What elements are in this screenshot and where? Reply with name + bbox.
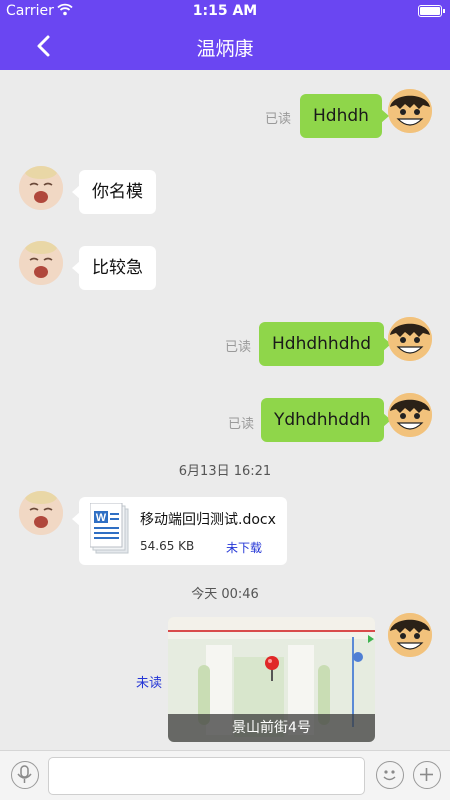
my-avatar[interactable] [388,317,432,361]
read-receipt: 已读 [225,340,252,355]
file-size: 54.65 KB [140,539,195,553]
message-bubble[interactable]: 比较急 [72,246,156,290]
luffy-face-icon [388,317,432,361]
crying-baby-icon [19,491,63,535]
my-avatar[interactable] [388,613,432,657]
microphone-icon [17,765,32,783]
download-status[interactable]: 未下载 [226,539,262,556]
luffy-face-icon [388,89,432,133]
luffy-face-icon [388,613,432,657]
input-bar [0,750,450,800]
crying-baby-icon [19,241,63,285]
luffy-face-icon [388,393,432,437]
chat-title: 温炳康 [196,38,254,60]
emoji-button[interactable] [376,761,404,789]
plus-icon [420,768,433,781]
file-name: 移动端回归测试.docx [140,512,276,528]
timestamp-divider: 6月13日 16:21 [178,464,272,479]
location-message-card[interactable]: 景山前街4号 [168,617,375,742]
location-address: 景山前街4号 [168,714,375,742]
contact-avatar[interactable] [19,491,63,535]
message-bubble[interactable]: Hdhdh [300,94,389,138]
message-bubble[interactable]: 你名模 [72,170,156,214]
word-document-icon: W [90,503,129,554]
file-message-card[interactable]: W 移动端回归测试.docx 54.65 KB 未下载 [72,497,287,565]
message-bubble[interactable]: Ydhdhhddh [261,398,391,442]
status-bar: Carrier 1:15 AM [0,0,450,22]
message-bubble[interactable]: Hdhdhhdhd [259,322,392,366]
battery-icon [418,5,445,17]
my-avatar[interactable] [388,393,432,437]
timestamp-divider: 今天 00:46 [191,587,259,602]
navigation-bar: 温炳康 [0,22,450,70]
more-options-button[interactable] [413,761,441,789]
unread-receipt: 未读 [136,676,163,691]
contact-avatar[interactable] [19,166,63,210]
read-receipt: 已读 [228,417,255,432]
svg-text:W: W [96,512,107,524]
message-input[interactable] [48,757,365,795]
clock: 1:15 AM [192,3,258,19]
crying-baby-icon [19,166,63,210]
contact-avatar[interactable] [19,241,63,285]
read-receipt: 已读 [265,112,292,127]
smiley-icon [383,770,396,781]
voice-input-button[interactable] [11,761,39,789]
my-avatar[interactable] [388,89,432,133]
